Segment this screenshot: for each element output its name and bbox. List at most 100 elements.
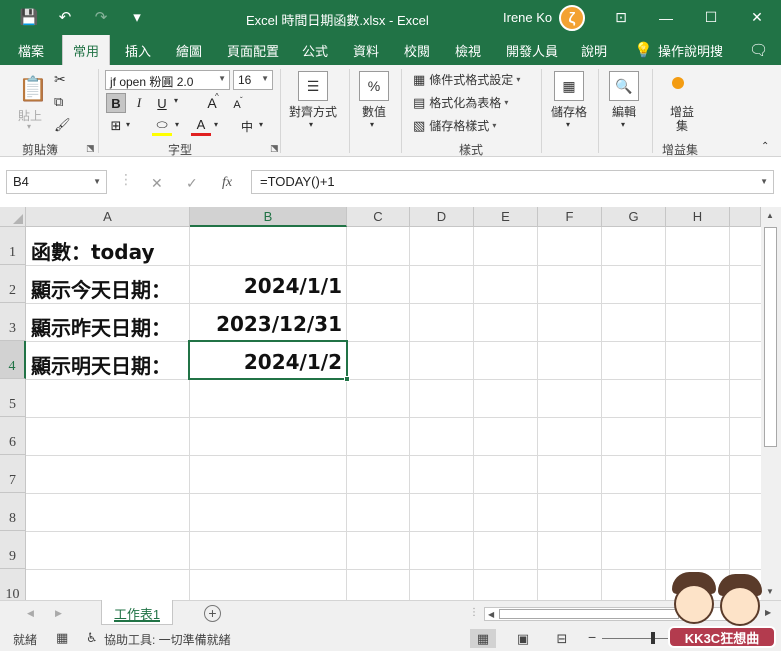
accessibility-status[interactable]: 協助工具: 一切準備就緒 [104, 631, 231, 648]
select-all-button[interactable] [0, 207, 26, 227]
worksheet-grid[interactable]: A B C D E F G H 1 2 3 4 5 6 7 8 9 10 函數：… [0, 207, 761, 600]
number-format-icon[interactable]: % [359, 71, 389, 101]
next-sheet-icon[interactable]: ▶ [55, 608, 62, 619]
borders-dropdown-icon[interactable]: ▾ [126, 120, 130, 129]
copy-icon[interactable]: ⧉ [54, 94, 63, 110]
cut-icon[interactable]: ✂ [54, 71, 66, 88]
font-color-dropdown-icon[interactable]: ▾ [214, 120, 218, 129]
tab-insert[interactable]: 插入 [125, 41, 151, 60]
fill-color-icon[interactable]: ⬭ [152, 116, 172, 136]
column-header-e[interactable]: E [474, 207, 538, 227]
page-layout-view-icon[interactable]: ▣ [510, 629, 536, 648]
format-painter-icon[interactable]: 🖌 [54, 117, 71, 133]
normal-view-icon[interactable]: ▦ [470, 629, 496, 648]
avatar[interactable]: ζ [559, 5, 585, 31]
minimize-icon[interactable]: — [644, 0, 688, 35]
tab-view[interactable]: 檢視 [455, 41, 481, 60]
row-header-4[interactable]: 4 [0, 341, 26, 379]
collapse-ribbon-icon[interactable]: ⌃ [761, 141, 769, 152]
scroll-left-icon[interactable]: ◀ [488, 610, 494, 619]
comments-icon[interactable]: 🗨 [749, 41, 768, 59]
name-box[interactable]: B4 ▼ [6, 170, 107, 194]
borders-icon[interactable]: ⊞ [106, 116, 126, 136]
addins-button-label[interactable]: 增益集 [669, 105, 695, 133]
clipboard-launcher-icon[interactable]: ⬔ [86, 143, 95, 154]
add-sheet-button[interactable]: + [204, 605, 221, 622]
row-header-8[interactable]: 8 [0, 493, 26, 531]
maximize-icon[interactable]: ☐ [689, 0, 733, 35]
tab-page-layout[interactable]: 頁面配置 [227, 41, 279, 60]
save-icon[interactable]: 💾 [18, 7, 40, 27]
addins-icon[interactable] [672, 77, 684, 89]
underline-dropdown-icon[interactable]: ▾ [174, 96, 178, 105]
close-icon[interactable]: ✕ [735, 0, 779, 35]
format-as-table-button[interactable]: ▤ 格式化為表格 ▾ [413, 94, 508, 111]
tell-me-search[interactable]: 操作說明搜 [658, 41, 723, 60]
horizontal-scroll-thumb[interactable] [499, 609, 679, 619]
paste-dropdown-icon[interactable]: ▾ [27, 122, 31, 131]
active-cell-selection[interactable] [188, 340, 350, 382]
customize-qat-icon[interactable]: ▾ [126, 7, 148, 27]
font-launcher-icon[interactable]: ⬔ [270, 143, 279, 154]
cell-styles-button[interactable]: ▧ 儲存格樣式 ▾ [413, 117, 496, 134]
bold-button[interactable]: B [106, 93, 126, 113]
cell-a2[interactable]: 顯示今天日期： [31, 274, 171, 303]
chevron-down-icon[interactable]: ▼ [261, 74, 269, 83]
font-size-box[interactable]: 16 ▼ [233, 70, 273, 90]
column-header-h[interactable]: H [666, 207, 730, 227]
macro-record-icon[interactable]: ▦ [56, 630, 68, 646]
cell-a3[interactable]: 顯示昨天日期： [31, 312, 171, 341]
row-header-2[interactable]: 2 [0, 265, 26, 303]
grow-font-button[interactable]: A [202, 93, 222, 113]
undo-icon[interactable]: ↶ [54, 7, 76, 27]
italic-button[interactable]: I [129, 93, 149, 113]
tab-review[interactable]: 校閱 [404, 41, 430, 60]
sheet-tab-1[interactable]: 工作表1 [101, 600, 173, 625]
cells-dropdown-icon[interactable]: ▾ [566, 120, 570, 129]
vertical-scrollbar[interactable]: ▲ ▼ [761, 207, 781, 600]
editing-button-label[interactable]: 編輯 [612, 103, 636, 120]
cell-b2[interactable]: 2024/1/1 [192, 274, 342, 298]
tab-data[interactable]: 資料 [353, 41, 379, 60]
cells-button-label[interactable]: 儲存格 [551, 103, 587, 120]
column-header-a[interactable]: A [26, 207, 190, 227]
row-header-6[interactable]: 6 [0, 417, 26, 455]
row-header-10[interactable]: 10 [0, 569, 26, 600]
cell-a4[interactable]: 顯示明天日期： [31, 350, 171, 379]
row-header-3[interactable]: 3 [0, 303, 26, 341]
column-header-d[interactable]: D [410, 207, 474, 227]
number-button-label[interactable]: 數值 [362, 103, 386, 120]
row-header-1[interactable]: 1 [0, 227, 26, 265]
tab-file[interactable]: 檔案 [18, 41, 44, 60]
scroll-up-icon[interactable]: ▲ [766, 211, 774, 220]
phonetic-dropdown-icon[interactable]: ▾ [259, 120, 263, 129]
shrink-font-button[interactable]: A [227, 95, 247, 115]
tab-split-icon[interactable]: ⋮ [469, 607, 479, 618]
chevron-down-icon[interactable]: ▼ [93, 177, 101, 186]
row-header-7[interactable]: 7 [0, 455, 26, 493]
accessibility-icon[interactable]: ♿ [86, 630, 98, 646]
underline-button[interactable]: U [152, 93, 172, 113]
cancel-icon[interactable]: ✕ [151, 175, 163, 192]
row-header-9[interactable]: 9 [0, 531, 26, 569]
chevron-down-icon[interactable]: ▼ [218, 74, 226, 83]
cells-icon[interactable]: ▦ [554, 71, 584, 101]
zoom-slider-thumb[interactable] [651, 632, 655, 644]
redo-icon[interactable]: ↷ [90, 7, 112, 27]
number-dropdown-icon[interactable]: ▾ [370, 120, 374, 129]
cell-a1[interactable]: 函數：today [31, 236, 155, 265]
column-header-c[interactable]: C [347, 207, 410, 227]
zoom-out-icon[interactable]: − [588, 629, 596, 645]
insert-function-button[interactable]: fx [222, 175, 232, 191]
vertical-scroll-thumb[interactable] [764, 227, 777, 447]
column-header-g[interactable]: G [602, 207, 666, 227]
prev-sheet-icon[interactable]: ◀ [27, 608, 34, 619]
user-name[interactable]: Irene Ko [503, 10, 552, 25]
fill-handle[interactable] [344, 376, 350, 382]
conditional-formatting-button[interactable]: ▦ 條件式格式設定 ▾ [413, 71, 520, 88]
tab-draw[interactable]: 繪圖 [176, 41, 202, 60]
editing-icon[interactable]: 🔍 [609, 71, 639, 101]
column-header-partial[interactable] [730, 207, 761, 227]
tab-developer[interactable]: 開發人員 [506, 41, 558, 60]
cell-b3[interactable]: 2023/12/31 [192, 312, 342, 336]
